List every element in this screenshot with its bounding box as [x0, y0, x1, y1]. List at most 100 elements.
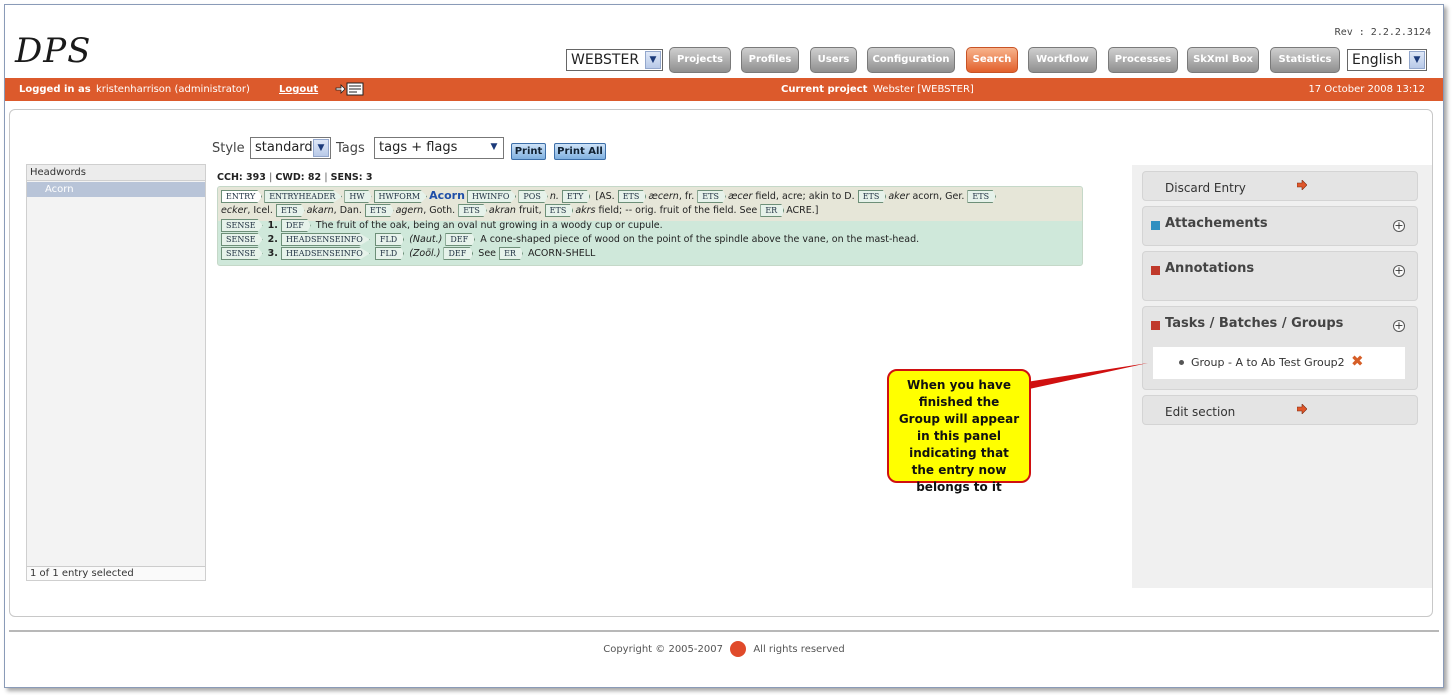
tag-hwinfo[interactable]: HWINFO: [466, 190, 517, 203]
ety-word: akarn: [306, 205, 334, 216]
company-logo-icon: [730, 641, 747, 657]
chevron-down-icon[interactable]: ▼: [313, 139, 329, 157]
copyright-text: Copyright © 2005-2007: [603, 644, 723, 655]
app-logo: DPS: [15, 31, 92, 71]
chevron-down-icon[interactable]: ▼: [1409, 51, 1425, 69]
nav-configuration[interactable]: Configuration: [867, 47, 955, 73]
tag-ets[interactable]: ETS: [967, 190, 997, 203]
tag-ets[interactable]: ETS: [857, 190, 887, 203]
sense-field: (Zoöl.): [409, 248, 441, 259]
style-label: Style: [212, 141, 245, 156]
tag-ets[interactable]: ETS: [697, 190, 726, 203]
tag-ets[interactable]: ETS: [617, 190, 647, 203]
entry-view[interactable]: ENTRY ENTRYHEADER HW HWFORM Acorn HWINFO POS n.…: [217, 186, 1083, 266]
tasks-title: Tasks / Batches / Groups: [1165, 316, 1344, 331]
sense-row: SENSE 1. DEF The fruit of the oak, being…: [221, 219, 663, 233]
chevron-down-icon[interactable]: ▼: [486, 139, 502, 157]
tasks-panel[interactable]: Tasks / Batches / Groups + Group - A to …: [1142, 306, 1418, 390]
nav-skxml-box[interactable]: SkXml Box: [1187, 47, 1259, 73]
nav-processes[interactable]: Processes: [1108, 47, 1178, 73]
arrow-right-icon[interactable]: [1297, 180, 1307, 190]
group-name[interactable]: Group - A to Ab Test Group2: [1191, 356, 1345, 369]
expand-plus-icon[interactable]: +: [1393, 265, 1405, 277]
expand-plus-icon[interactable]: +: [1393, 320, 1405, 332]
messages-icon[interactable]: [335, 82, 365, 96]
cch-count: CCH: 393: [217, 172, 266, 183]
app-window: DPS Rev : 2.2.2.3124 WEBSTER ▼ Projects …: [4, 4, 1444, 688]
chevron-down-icon[interactable]: ▼: [645, 51, 661, 69]
current-project-value: Webster [WEBSTER]: [873, 84, 974, 95]
tag-headsenseinfo[interactable]: HEADSENSEINFO: [280, 233, 370, 246]
project-select[interactable]: WEBSTER ▼: [566, 49, 663, 71]
tag-entry[interactable]: ENTRY: [221, 190, 263, 203]
tag-ets[interactable]: ETS: [275, 204, 305, 217]
main-panel: Style standard ▼ Tags tags + flags ▼ Pri…: [9, 109, 1433, 617]
entry-sidebar: Discard Entry Attachements + Annotations…: [1132, 165, 1432, 588]
current-project-label: Current project: [781, 84, 868, 95]
tag-ety[interactable]: ETY: [561, 190, 591, 203]
headword-item[interactable]: Acorn: [27, 182, 205, 197]
footer-divider: [9, 630, 1439, 632]
nav-search[interactable]: Search: [966, 47, 1018, 73]
annotations-square-icon: [1151, 266, 1160, 275]
tag-er[interactable]: ER: [499, 247, 523, 260]
edit-section-link[interactable]: Edit section: [1165, 405, 1235, 419]
expand-plus-icon[interactable]: +: [1393, 220, 1405, 232]
tag-fld[interactable]: FLD: [374, 233, 405, 246]
ety-text: [AS.: [595, 191, 615, 202]
edit-section-panel[interactable]: Edit section: [1142, 395, 1418, 425]
style-select[interactable]: standard ▼: [250, 137, 331, 159]
entry-row-ety: ecker, Icel. ETS akarn, Dan. ETS agern, Go…: [221, 204, 818, 218]
sense-definition: A cone-shaped piece of wood on the point…: [480, 234, 920, 245]
logout-link[interactable]: Logout: [279, 78, 318, 101]
annotations-panel[interactable]: Annotations +: [1142, 251, 1418, 301]
tag-headsenseinfo[interactable]: HEADSENSEINFO: [280, 247, 370, 260]
tag-hwform[interactable]: HWFORM: [373, 190, 428, 203]
attachements-title: Attachements: [1165, 216, 1268, 231]
ety-text: field; -- orig. fruit of the field. See: [598, 205, 758, 216]
tag-sense[interactable]: SENSE: [221, 219, 263, 232]
discard-entry-link[interactable]: Discard Entry: [1165, 181, 1246, 195]
tag-ets[interactable]: ETS: [544, 204, 574, 217]
cwd-count: CWD: 82: [275, 172, 322, 183]
entry-row-header: ENTRY ENTRYHEADER HW HWFORM Acorn HWINFO POS n.…: [221, 189, 998, 203]
sense-definition: The fruit of the oak, being an oval nut …: [315, 220, 663, 231]
tag-hw[interactable]: HW: [344, 190, 372, 203]
print-button[interactable]: Print: [511, 143, 546, 160]
bullet-icon: [1179, 360, 1184, 365]
tag-def[interactable]: DEF: [445, 233, 476, 246]
tags-select[interactable]: tags + flags ▼: [374, 137, 504, 159]
tags-label: Tags: [336, 141, 365, 156]
tag-def[interactable]: DEF: [280, 219, 311, 232]
tags-select-value: tags + flags: [379, 140, 458, 155]
tag-sense[interactable]: SENSE: [221, 247, 263, 260]
print-all-button[interactable]: Print All: [554, 143, 606, 160]
callout-pointer: [1020, 363, 1148, 391]
remove-x-icon[interactable]: ✖: [1351, 352, 1365, 370]
tag-ets[interactable]: ETS: [364, 204, 394, 217]
entry-stats: CCH: 393 | CWD: 82 | SENS: 3: [217, 172, 373, 183]
tag-def[interactable]: DEF: [443, 247, 474, 260]
tag-pos[interactable]: POS: [518, 190, 548, 203]
nav-projects[interactable]: Projects: [669, 47, 731, 73]
nav-profiles[interactable]: Profiles: [741, 47, 799, 73]
revision-label: Rev : 2.2.2.3124: [1334, 27, 1431, 38]
tag-entryheader[interactable]: ENTRYHEADER: [264, 190, 343, 203]
nav-workflow[interactable]: Workflow: [1028, 47, 1097, 73]
nav-statistics[interactable]: Statistics: [1270, 47, 1340, 73]
tag-fld[interactable]: FLD: [374, 247, 405, 260]
annotations-title: Annotations: [1165, 261, 1255, 276]
ety-text: , Dan.: [333, 205, 362, 216]
tag-ets[interactable]: ETS: [458, 204, 487, 217]
discard-entry-panel[interactable]: Discard Entry: [1142, 171, 1418, 201]
nav-users[interactable]: Users: [810, 47, 857, 73]
project-select-value: WEBSTER: [571, 52, 640, 68]
attachements-panel[interactable]: Attachements +: [1142, 206, 1418, 246]
language-select[interactable]: English ▼: [1347, 49, 1427, 71]
tag-sense[interactable]: SENSE: [221, 233, 263, 246]
tag-er[interactable]: ER: [760, 204, 785, 217]
entry-pos: n.: [549, 191, 559, 202]
arrow-right-icon[interactable]: [1297, 404, 1307, 414]
status-bar: Logged in as kristenharrison (administra…: [5, 78, 1443, 101]
help-callout: When you have finished the Group will ap…: [887, 369, 1031, 494]
